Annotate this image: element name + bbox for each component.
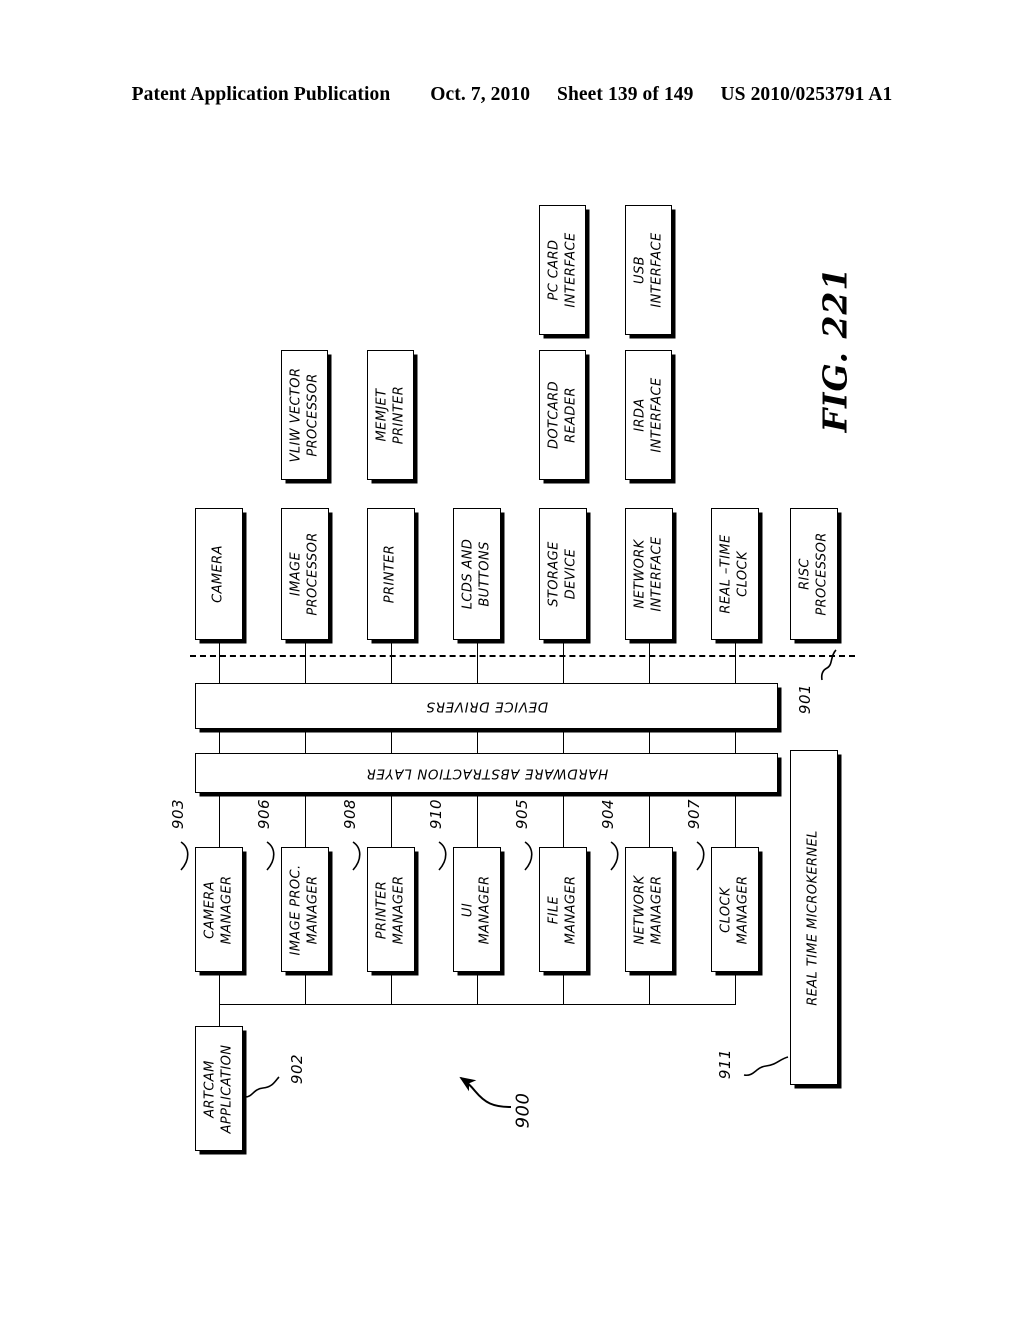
block-camera-manager: CAMERA MANAGER	[195, 847, 243, 972]
block-risc-processor: RISC PROCESSOR	[790, 508, 838, 640]
block-label: IMAGE PROC. MANAGER	[288, 863, 320, 956]
system-ref-arrow-900	[445, 1073, 519, 1119]
block-artcam-application: ARTCAM APPLICATION	[195, 1026, 243, 1151]
block-memjet-printer: MEMJET PRINTER	[367, 350, 414, 480]
block-label: CAMERA	[210, 545, 226, 603]
block-label: NETWORK MANAGER	[632, 874, 664, 945]
block-label: REAL TIME MICROKERNEL	[805, 829, 821, 1006]
block-label: CAMERA MANAGER	[202, 875, 234, 944]
connector-drivers-hal	[305, 729, 306, 753]
block-ui-manager: UI MANAGER	[453, 847, 501, 972]
block-label: REAL –TIME CLOCK	[718, 534, 750, 614]
ref-number-907: 907	[685, 798, 704, 830]
leader-911	[742, 1053, 792, 1083]
block-label: CLOCK MANAGER	[718, 875, 750, 944]
block-network-interface: NETWORK INTERFACE	[625, 508, 673, 640]
hardware-software-boundary-line	[190, 655, 855, 657]
block-label: DEVICE DRIVERS	[425, 698, 548, 715]
block-label: IMAGE PROCESSOR	[288, 532, 320, 616]
block-vliw-vector-processor: VLIW VECTOR PROCESSOR	[281, 350, 328, 480]
connector-manager-bus	[563, 972, 564, 1004]
block-printer-manager: PRINTER MANAGER	[367, 847, 415, 972]
block-image-proc-manager: IMAGE PROC. MANAGER	[281, 847, 329, 972]
ref-number-908: 908	[341, 798, 360, 830]
connector-hal-manager	[391, 793, 392, 847]
leader-902	[243, 1075, 291, 1115]
block-camera: CAMERA	[195, 508, 243, 640]
connector-manager-bus	[477, 972, 478, 1004]
ref-number-902: 902	[288, 1053, 307, 1085]
block-label: DOTCARD READER	[545, 381, 578, 449]
block-label: STORAGE DEVICE	[546, 541, 578, 607]
block-file-manager: FILE MANAGER	[539, 847, 587, 972]
connector-manager-bus	[219, 972, 220, 1004]
block-printer: PRINTER	[367, 508, 415, 640]
connector-real-time-clock	[735, 640, 736, 683]
block-irda-interface: IRDA INTERFACE	[625, 350, 672, 480]
connector-manager-bus	[735, 972, 736, 1004]
connector-hal-manager	[477, 793, 478, 847]
block-lcds-and-buttons: LCDS AND BUTTONS	[453, 508, 501, 640]
block-label: USB INTERFACE	[631, 232, 664, 308]
ref-number-911: 911	[716, 1048, 735, 1080]
connector-network-interface	[649, 640, 650, 683]
ref-number-900: 900	[512, 1092, 534, 1129]
ref-number-906: 906	[255, 798, 274, 830]
connector-image-processor	[305, 640, 306, 683]
ref-number-901: 901	[796, 683, 815, 715]
block-clock-manager: CLOCK MANAGER	[711, 847, 759, 972]
connector-drivers-hal	[219, 729, 220, 753]
connector-hal-manager	[219, 793, 220, 847]
block-hardware-abstraction-layer: HARDWARE ABSTRACTION LAYER	[195, 753, 778, 793]
block-label: PRINTER MANAGER	[374, 875, 406, 944]
ref-number-903: 903	[169, 798, 188, 830]
connector-lcds-and-buttons	[477, 640, 478, 683]
connector-manager-bus	[649, 972, 650, 1004]
block-label: HARDWARE ABSTRACTION LAYER	[365, 765, 608, 782]
block-pc-card-interface: PC CARD INTERFACE	[539, 205, 586, 335]
connector-drivers-hal	[649, 729, 650, 753]
connector-bus-artcam-application	[219, 1004, 220, 1026]
connector-drivers-hal	[735, 729, 736, 753]
block-real-time-clock: REAL –TIME CLOCK	[711, 508, 759, 640]
figure-caption: FIG. 221	[815, 266, 855, 433]
block-device-drivers: DEVICE DRIVERS	[195, 683, 778, 729]
connector-camera	[219, 640, 220, 683]
connector-hal-manager	[649, 793, 650, 847]
connector-printer	[391, 640, 392, 683]
block-dotcard-reader: DOTCARD READER	[539, 350, 586, 480]
block-label: MEMJET PRINTER	[373, 385, 406, 445]
connector-hal-manager	[735, 793, 736, 847]
block-label: PC CARD INTERFACE	[545, 232, 578, 308]
block-network-manager: NETWORK MANAGER	[625, 847, 673, 972]
block-label: IRDA INTERFACE	[631, 377, 664, 453]
connector-manager-bus	[391, 972, 392, 1004]
connector-storage-device	[563, 640, 564, 683]
block-label: UI MANAGER	[460, 875, 492, 944]
connector-hal-manager	[563, 793, 564, 847]
block-label: NETWORK INTERFACE	[632, 536, 664, 612]
block-label: ARTCAM APPLICATION	[202, 1044, 234, 1133]
ref-number-910: 910	[427, 798, 446, 830]
block-label: FILE MANAGER	[546, 875, 578, 944]
ref-number-905: 905	[513, 798, 532, 830]
connector-drivers-hal	[477, 729, 478, 753]
connector-manager-bus	[305, 972, 306, 1004]
block-label: RISC PROCESSOR	[797, 532, 829, 616]
block-usb-interface: USB INTERFACE	[625, 205, 672, 335]
connector-drivers-hal	[563, 729, 564, 753]
figure-221-diagram: FIG. 221 PC CARD INTERFACE USB INTERFACE…	[0, 0, 1024, 1320]
ref-number-904: 904	[599, 798, 618, 830]
block-label: PRINTER	[382, 544, 398, 604]
block-storage-device: STORAGE DEVICE	[539, 508, 587, 640]
leader-901	[800, 648, 840, 688]
block-label: VLIW VECTOR PROCESSOR	[287, 367, 320, 463]
connector-hal-manager	[305, 793, 306, 847]
block-real-time-microkernel: REAL TIME MICROKERNEL	[790, 750, 838, 1085]
block-image-processor: IMAGE PROCESSOR	[281, 508, 329, 640]
connector-drivers-hal	[391, 729, 392, 753]
manager-bus-line	[219, 1004, 736, 1005]
block-label: LCDS AND BUTTONS	[460, 538, 492, 610]
